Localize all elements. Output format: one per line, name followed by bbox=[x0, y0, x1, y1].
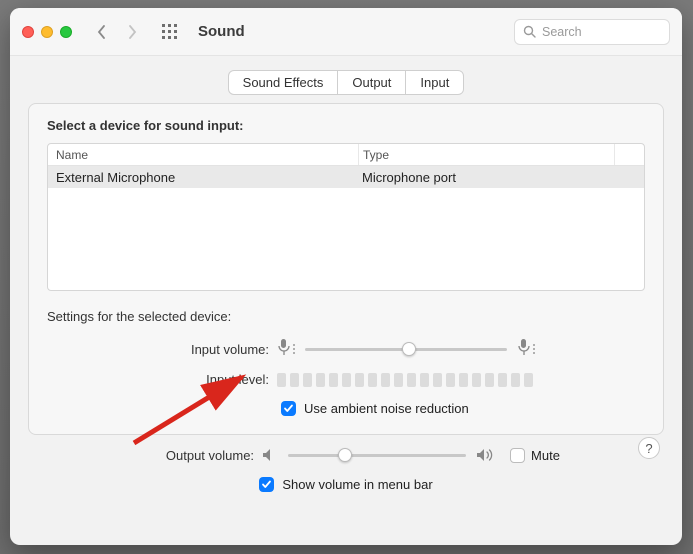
noise-reduction-row: Use ambient noise reduction bbox=[281, 401, 645, 416]
input-card: Select a device for sound input: Name Ty… bbox=[28, 103, 664, 435]
tab-control: Sound Effects Output Input bbox=[28, 70, 664, 95]
sound-preferences-window: Sound Search Sound Effects Output Input … bbox=[10, 8, 682, 545]
input-volume-row: Input volume: bbox=[47, 338, 645, 360]
titlebar: Sound Search bbox=[10, 8, 682, 56]
mute-label: Mute bbox=[531, 448, 560, 463]
col-type[interactable]: Type bbox=[358, 144, 614, 165]
zoom-icon[interactable] bbox=[60, 26, 72, 38]
microphone-high-icon bbox=[517, 338, 531, 360]
input-volume-label: Input volume: bbox=[47, 342, 277, 357]
back-button[interactable] bbox=[96, 24, 108, 40]
input-level-meter bbox=[277, 373, 533, 387]
show-volume-checkbox[interactable] bbox=[259, 477, 274, 492]
show-volume-label: Show volume in menu bar bbox=[282, 477, 432, 492]
tab-output[interactable]: Output bbox=[338, 71, 406, 94]
output-volume-label: Output volume: bbox=[132, 448, 262, 463]
speaker-low-icon bbox=[262, 448, 278, 462]
speaker-high-icon bbox=[476, 448, 496, 462]
device-type: Microphone port bbox=[358, 166, 644, 188]
col-name[interactable]: Name bbox=[48, 148, 358, 162]
microphone-low-icon bbox=[277, 338, 291, 360]
settings-heading: Settings for the selected device: bbox=[47, 309, 645, 324]
mute-checkbox[interactable] bbox=[510, 448, 525, 463]
close-icon[interactable] bbox=[22, 26, 34, 38]
input-device-heading: Select a device for sound input: bbox=[47, 118, 645, 133]
search-input[interactable]: Search bbox=[514, 19, 670, 45]
noise-reduction-label: Use ambient noise reduction bbox=[304, 401, 469, 416]
tab-input[interactable]: Input bbox=[406, 71, 463, 94]
noise-reduction-checkbox[interactable] bbox=[281, 401, 296, 416]
input-volume-slider[interactable] bbox=[301, 339, 511, 359]
output-volume-slider[interactable] bbox=[284, 445, 470, 465]
minimize-icon[interactable] bbox=[41, 26, 53, 38]
footer: Output volume: Mute Sho bbox=[28, 435, 664, 492]
device-name: External Microphone bbox=[48, 170, 358, 185]
show-all-button[interactable] bbox=[148, 24, 178, 40]
input-level-row: Input level: bbox=[47, 372, 645, 387]
help-button[interactable]: ? bbox=[638, 437, 660, 459]
window-controls bbox=[22, 26, 80, 38]
table-header: Name Type bbox=[48, 144, 644, 166]
table-row[interactable]: External Microphone Microphone port bbox=[48, 166, 644, 188]
search-placeholder: Search bbox=[542, 25, 582, 39]
tab-sound-effects[interactable]: Sound Effects bbox=[229, 71, 339, 94]
window-title: Sound bbox=[188, 23, 504, 40]
input-level-label: Input level: bbox=[47, 372, 277, 387]
input-device-table[interactable]: Name Type External Microphone Microphone… bbox=[47, 143, 645, 291]
forward-button[interactable] bbox=[126, 24, 138, 40]
search-icon bbox=[523, 25, 536, 38]
